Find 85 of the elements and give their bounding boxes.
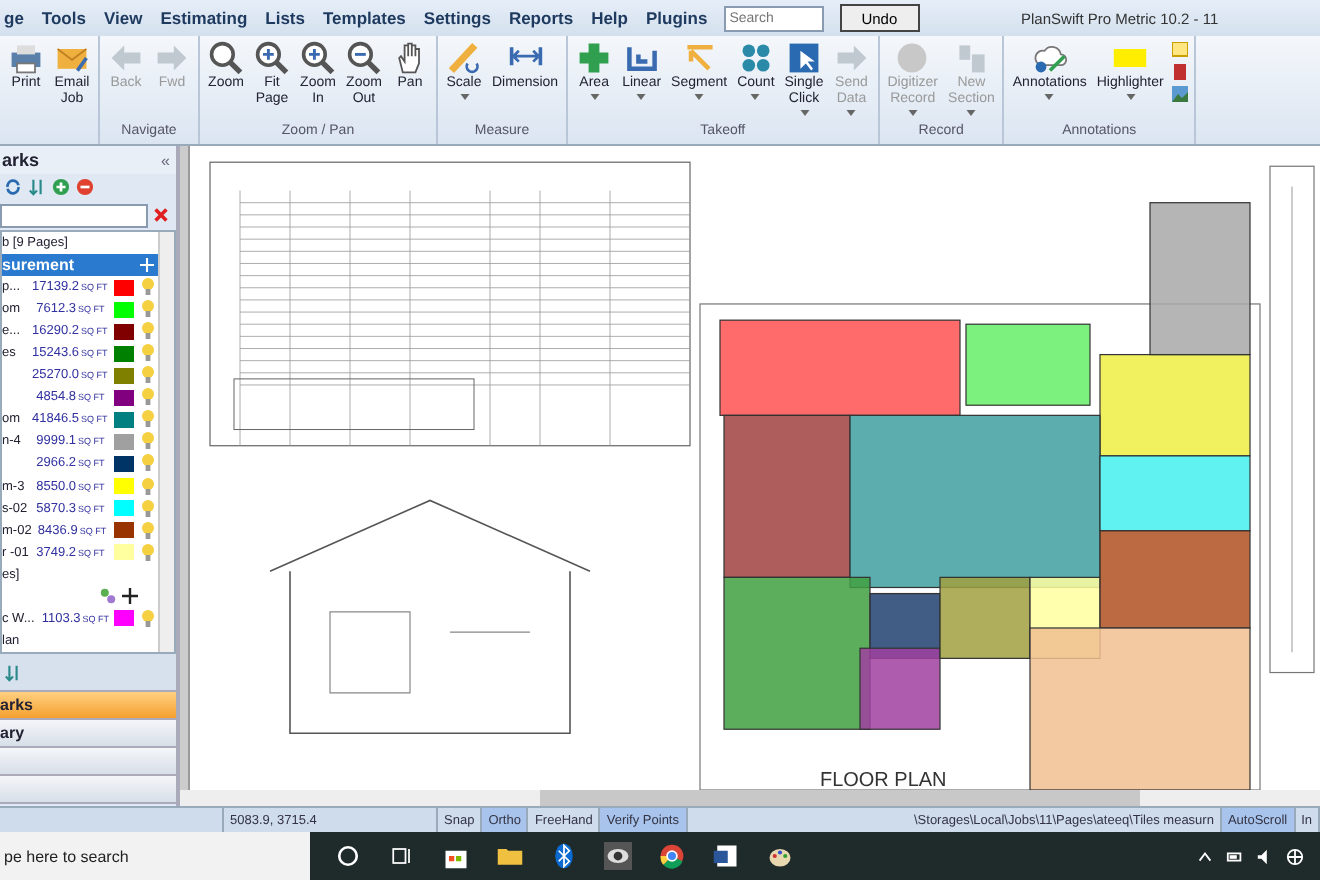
zoom-out-icon — [346, 40, 382, 76]
right-arrow-icon — [154, 40, 190, 76]
lightbulb-icon[interactable] — [142, 388, 154, 407]
magnifier-icon — [254, 40, 290, 76]
left-arrow-icon — [108, 40, 144, 76]
magnifier-icon — [208, 40, 244, 76]
color-swatch[interactable] — [114, 279, 134, 296]
panel-tab[interactable]: ary — [0, 720, 176, 748]
color-swatch[interactable] — [114, 522, 134, 539]
color-swatch[interactable] — [114, 433, 134, 450]
battery-icon[interactable] — [1226, 847, 1244, 865]
color-swatch[interactable] — [114, 544, 134, 561]
cursor-icon — [786, 40, 822, 76]
dots-icon — [737, 40, 774, 76]
scrollbar[interactable] — [158, 232, 174, 652]
task-view-icon[interactable] — [388, 842, 416, 870]
printer-icon — [8, 40, 44, 76]
chevron-up-icon[interactable] — [1196, 847, 1214, 865]
color-swatch[interactable] — [114, 478, 134, 495]
menu-item[interactable]: ge — [4, 8, 24, 28]
color-swatch[interactable] — [114, 367, 134, 384]
lightbulb-icon[interactable] — [142, 344, 154, 363]
filter-field[interactable] — [0, 203, 148, 227]
lightbulb-icon[interactable] — [142, 454, 154, 473]
document-icon[interactable] — [712, 842, 740, 870]
lightbulb-icon[interactable] — [142, 366, 154, 385]
blocks-icon — [953, 40, 990, 76]
lightbulb-icon[interactable] — [142, 432, 154, 451]
color-swatch[interactable] — [114, 345, 134, 362]
plan-caption: FLOOR PLAN — [820, 769, 947, 790]
menu-item[interactable]: Tools — [41, 8, 86, 28]
color-swatch[interactable] — [114, 500, 134, 517]
eye-icon[interactable] — [604, 842, 632, 870]
globe-icon[interactable] — [1286, 847, 1304, 865]
bluetooth-icon[interactable] — [550, 842, 578, 870]
zoom-in-icon — [300, 40, 336, 76]
menu-item[interactable]: Estimating — [160, 8, 248, 28]
lightbulb-icon[interactable] — [142, 477, 154, 496]
group-node[interactable]: surement — [2, 254, 158, 277]
panel-section-bar[interactable] — [0, 776, 176, 804]
color-swatch[interactable] — [114, 411, 134, 428]
sort-icon[interactable] — [28, 178, 46, 196]
lightbulb-icon[interactable] — [142, 410, 154, 429]
add-icon[interactable] — [52, 178, 70, 196]
panel-tab[interactable]: arks — [0, 692, 176, 720]
clear-icon[interactable] — [152, 206, 170, 224]
lightbulb-icon[interactable] — [142, 300, 154, 319]
scrollbar[interactable] — [180, 790, 1320, 806]
lightbulb-icon[interactable] — [142, 521, 154, 540]
taskbar-search[interactable]: pe here to search — [0, 832, 310, 880]
menu-item[interactable]: Lists — [265, 8, 305, 28]
color-swatch[interactable] — [114, 301, 134, 318]
group-name: surement — [2, 256, 75, 275]
cloud-icon — [1031, 40, 1068, 76]
lightbulb-icon[interactable] — [142, 543, 154, 562]
color-swatch[interactable] — [114, 455, 134, 472]
color-swatch[interactable] — [114, 323, 134, 340]
menu-item[interactable]: Help — [591, 8, 628, 28]
panel-title: arks — [2, 150, 40, 170]
menu-item[interactable]: Settings — [423, 8, 491, 28]
menu-item[interactable]: View — [103, 8, 143, 28]
menu-item[interactable]: Reports — [508, 8, 574, 28]
color-swatch[interactable] — [114, 610, 134, 627]
circle-icon — [894, 40, 931, 76]
menu-item[interactable]: Templates — [322, 8, 406, 28]
segment-icon — [681, 40, 718, 76]
lightbulb-icon[interactable] — [142, 322, 154, 341]
ruler-icon — [446, 40, 482, 76]
color-swatch[interactable] — [114, 389, 134, 406]
note-icon[interactable] — [1171, 42, 1188, 58]
refresh-icon[interactable] — [4, 178, 22, 196]
remove-icon[interactable] — [76, 178, 94, 196]
lightbulb-icon[interactable] — [142, 499, 154, 518]
browser-icon[interactable] — [658, 842, 686, 870]
right-arrow-icon — [833, 40, 870, 76]
panel-section-bar[interactable] — [0, 748, 176, 776]
picture-icon[interactable] — [1171, 86, 1188, 102]
menu-item[interactable]: Plugins — [645, 8, 708, 28]
cross-shape-icon — [576, 40, 613, 76]
circle-icon[interactable] — [334, 842, 362, 870]
lightbulb-icon[interactable] — [142, 278, 154, 297]
book-icon[interactable] — [1171, 64, 1188, 80]
collapse-button[interactable]: « — [161, 151, 170, 169]
move-icon[interactable] — [122, 588, 138, 605]
sort-icon[interactable] — [4, 663, 22, 681]
